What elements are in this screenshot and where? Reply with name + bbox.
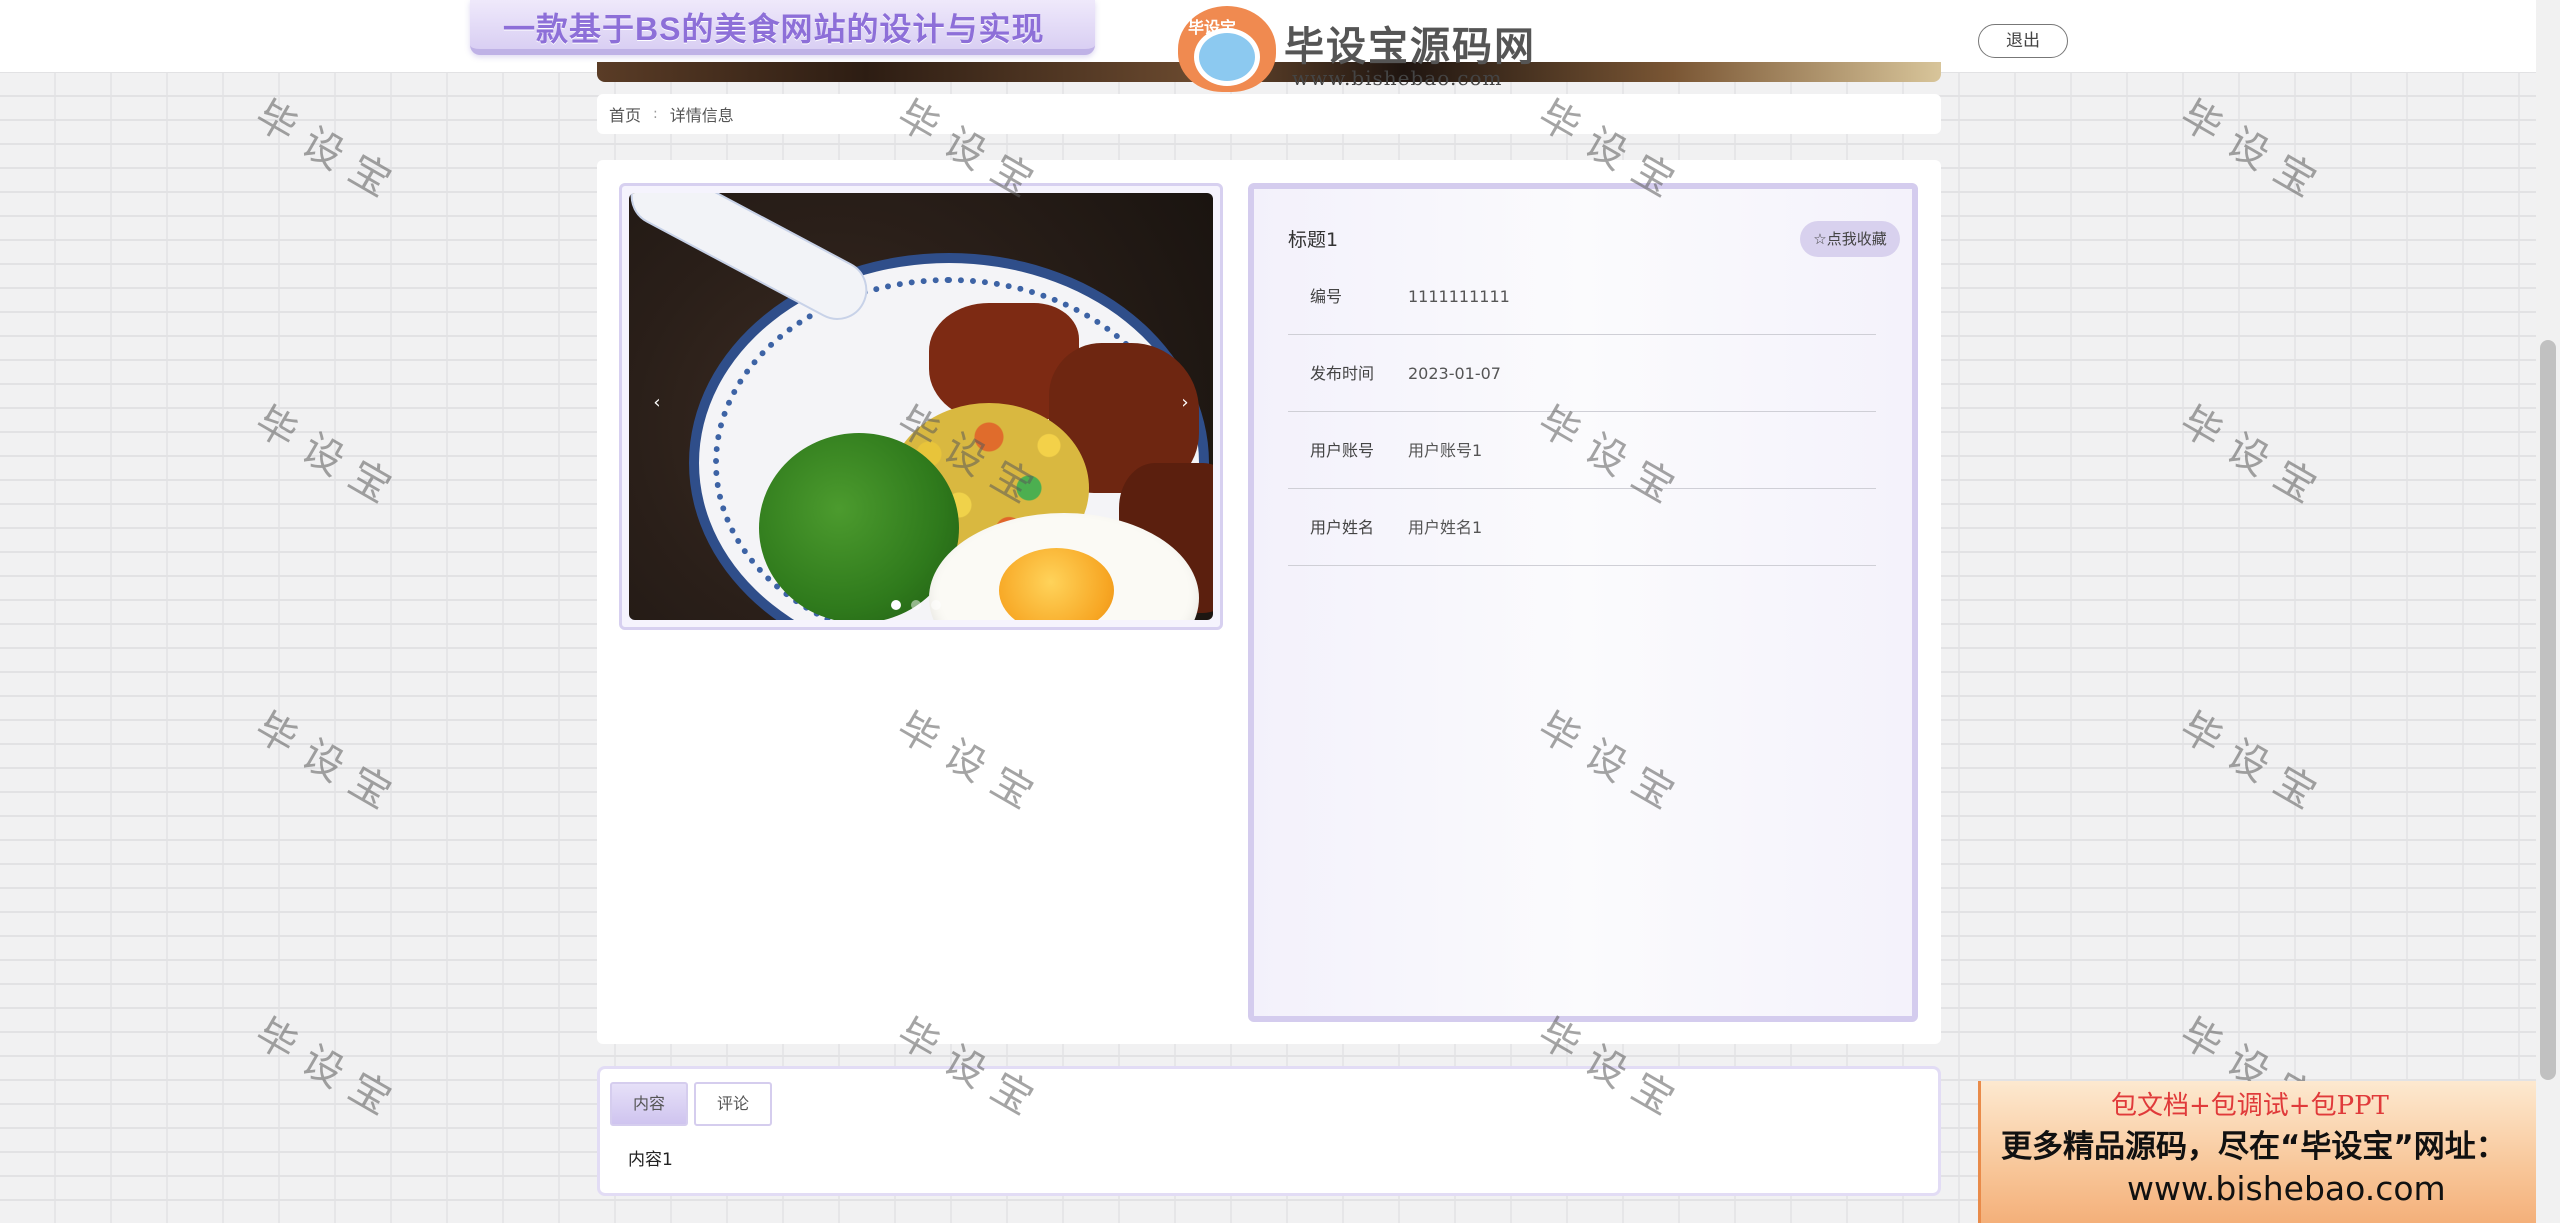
watermark-text: 毕设宝 — [247, 92, 411, 213]
promo-url: www.bishebao.com — [2127, 1169, 2446, 1208]
image-carousel-card: ‹ › — [619, 183, 1223, 630]
info-row-user-name: 用户姓名 用户姓名1 — [1288, 489, 1876, 566]
info-row-publish-time: 发布时间 2023-01-07 — [1288, 335, 1876, 412]
watermark-logo-url: www.bishebao.com — [1292, 66, 1503, 90]
carousel-dot-3[interactable] — [931, 600, 941, 610]
watermark-logo-icon: 毕设宝 — [1178, 6, 1276, 92]
carousel-indicators — [891, 600, 941, 610]
tab-comments[interactable]: 评论 — [694, 1082, 772, 1126]
promo-line-2: 更多精品源码，尽在“毕设宝”网址： — [2001, 1129, 2507, 1165]
watermark-text: 毕设宝 — [2172, 398, 2336, 519]
image-carousel[interactable]: ‹ › — [629, 193, 1213, 620]
info-value: 1111111111 — [1408, 287, 1510, 306]
logout-button[interactable]: 退出 — [1978, 24, 2068, 58]
info-label: 发布时间 — [1310, 364, 1375, 383]
info-label: 编号 — [1310, 287, 1343, 306]
info-label: 用户账号 — [1310, 441, 1375, 460]
content-tabs-card: 内容 评论 内容1 — [597, 1066, 1941, 1196]
watermark-text: 毕设宝 — [247, 1010, 411, 1131]
info-value: 用户账号1 — [1408, 441, 1483, 460]
info-row-id: 编号 1111111111 — [1288, 258, 1876, 335]
watermark-logo-name: 毕设宝源码网 — [1284, 24, 1536, 70]
promo-line-1: 包文档+包调试+包PPT — [2111, 1091, 2389, 1121]
carousel-prev-icon[interactable]: ‹ — [647, 388, 667, 418]
carousel-dot-2[interactable] — [911, 600, 921, 610]
watermark-text: 毕设宝 — [247, 704, 411, 825]
watermark-text: 毕设宝 — [2172, 704, 2336, 825]
info-value: 2023-01-07 — [1408, 364, 1501, 383]
site-title: 一款基于BS的美食网站的设计与实现 — [503, 11, 1045, 47]
promo-banner[interactable]: 包文档+包调试+包PPT 更多精品源码，尽在“毕设宝”网址： www.bishe… — [1978, 1081, 2560, 1223]
page-scrollbar[interactable] — [2536, 0, 2560, 1223]
tab-content-text: 内容1 — [628, 1150, 673, 1170]
watermark-text: 毕设宝 — [247, 398, 411, 519]
watermark-logo: 毕设宝 毕设宝源码网 www.bishebao.com — [1178, 6, 1558, 96]
favorite-button[interactable]: ☆点我收藏 — [1800, 221, 1900, 257]
breadcrumb: 首页 : 详情信息 — [597, 94, 1941, 134]
detail-title: 标题1 — [1288, 229, 1339, 251]
watermark-text: 毕设宝 — [2172, 92, 2336, 213]
scrollbar-thumb[interactable] — [2540, 340, 2556, 1080]
breadcrumb-separator: : — [653, 106, 658, 122]
breadcrumb-current: 详情信息 — [669, 106, 734, 125]
carousel-next-icon[interactable]: › — [1175, 388, 1195, 418]
carousel-dot-1[interactable] — [891, 600, 901, 610]
info-row-user-account: 用户账号 用户账号1 — [1288, 412, 1876, 489]
info-label: 用户姓名 — [1310, 518, 1375, 537]
site-title-banner: 一款基于BS的美食网站的设计与实现 — [470, 0, 1095, 55]
info-card: 标题1 ☆点我收藏 编号 1111111111 发布时间 2023-01-07 … — [1248, 183, 1918, 1022]
food-image — [689, 253, 1213, 620]
breadcrumb-home-link[interactable]: 首页 — [609, 102, 641, 126]
info-value: 用户姓名1 — [1408, 518, 1483, 537]
tab-content[interactable]: 内容 — [610, 1082, 688, 1126]
